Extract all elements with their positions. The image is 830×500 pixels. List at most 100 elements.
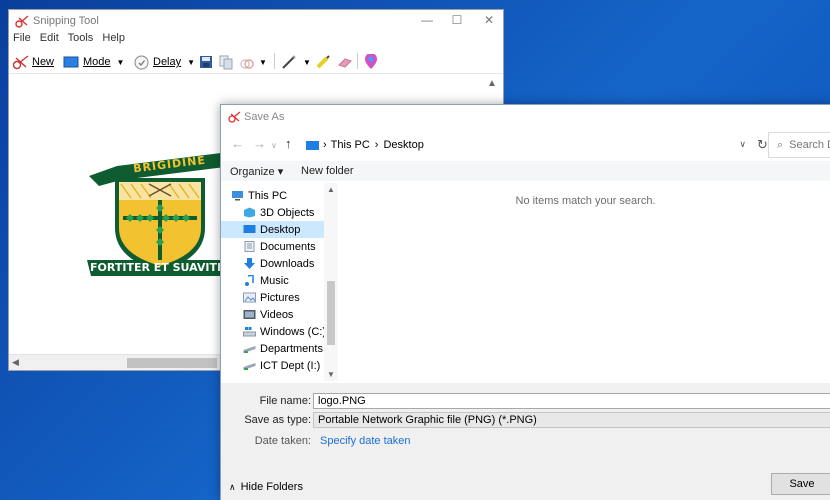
downloads-icon xyxy=(243,258,256,269)
navigation-scroll-thumb[interactable] xyxy=(327,281,335,345)
maximize-button[interactable]: ☐ xyxy=(449,13,465,29)
logo-bottom-banner-text: FORTITER ET SUAVITER xyxy=(90,261,233,274)
menu-edit[interactable]: Edit xyxy=(40,32,59,44)
chevron-down-icon: ▼ xyxy=(187,57,196,67)
scroll-left-icon[interactable]: ◀ xyxy=(12,357,19,368)
nav-item-documents[interactable]: Documents xyxy=(221,238,324,255)
breadcrumb-separator-icon: › xyxy=(323,139,327,151)
nav-item-music[interactable]: Music xyxy=(221,272,324,289)
save-as-dialog: Save As ← → ∨ ↑ › This PC › Desktop ∨ ↻ … xyxy=(220,104,830,500)
pen-icon[interactable] xyxy=(281,53,297,71)
nav-item-label: Departments (G: xyxy=(260,342,324,355)
new-snip-button[interactable]: New xyxy=(12,53,54,71)
search-input[interactable]: ⌕ Search Desktop xyxy=(768,132,830,158)
date-taken-link[interactable]: Specify date taken xyxy=(320,435,411,447)
send-chevron-icon[interactable]: ▼ xyxy=(259,53,267,71)
save-options-panel: File name: logo.PNG Save as type: Portab… xyxy=(221,383,830,500)
nav-item-this-pc[interactable]: This PC xyxy=(221,187,324,204)
nav-item-3d-objects[interactable]: 3D Objects xyxy=(221,204,324,221)
nav-item-windows-c[interactable]: Windows (C:) xyxy=(221,323,324,340)
eraser-icon[interactable] xyxy=(337,53,353,71)
nav-item-pictures[interactable]: Pictures xyxy=(221,289,324,306)
nav-item-label: Documents xyxy=(260,240,316,253)
close-button[interactable]: ✕ xyxy=(481,13,497,29)
mode-label: Mode xyxy=(83,56,111,68)
clock-icon xyxy=(134,55,149,70)
organize-button[interactable]: Organize ▾ xyxy=(230,165,283,178)
nav-item-downloads[interactable]: Downloads xyxy=(221,255,324,272)
scroll-up-icon[interactable]: ▲ xyxy=(487,78,499,90)
menu-tools[interactable]: Tools xyxy=(68,32,94,44)
music-icon xyxy=(243,275,256,286)
save-button[interactable]: Save xyxy=(771,473,830,495)
breadcrumb-this-pc[interactable]: This PC xyxy=(331,139,370,151)
videos-icon xyxy=(243,309,256,320)
address-dropdown-icon[interactable]: ∨ xyxy=(739,139,746,150)
paint3d-icon[interactable] xyxy=(364,53,378,71)
dialog-title: Save As xyxy=(244,111,285,123)
menu-help[interactable]: Help xyxy=(102,32,125,44)
file-name-label: File name: xyxy=(259,395,311,407)
horizontal-scroll-thumb[interactable] xyxy=(127,358,217,368)
address-navigation-bar: ← → ∨ ↑ › This PC › Desktop ∨ ↻ ⌕ Search… xyxy=(221,131,830,159)
scissors-icon xyxy=(228,111,241,123)
search-icon: ⌕ xyxy=(777,138,784,151)
scissors-icon xyxy=(15,15,29,28)
pictures-icon xyxy=(243,292,256,303)
nav-item-departments-g[interactable]: Departments (G: xyxy=(221,340,324,357)
new-label: New xyxy=(32,56,55,68)
mode-button[interactable]: Mode ▼ xyxy=(63,53,124,71)
delay-button[interactable]: Delay ▼ xyxy=(134,53,195,71)
3d-objects-icon xyxy=(243,207,256,218)
send-snip-icon[interactable] xyxy=(239,53,255,71)
command-bar: Organize ▾ New folder xyxy=(221,161,830,181)
breadcrumb-desktop[interactable]: Desktop xyxy=(383,139,423,151)
navigation-scrollbar[interactable]: ▲ ▼ xyxy=(324,183,338,381)
save-as-type-label: Save as type: xyxy=(244,414,311,426)
file-list-area[interactable]: No items match your search. xyxy=(338,183,830,381)
nav-item-label: Downloads xyxy=(260,257,315,270)
new-folder-button[interactable]: New folder xyxy=(301,165,354,177)
file-name-field[interactable]: logo.PNG xyxy=(313,393,830,409)
save-icon[interactable] xyxy=(199,53,213,71)
copy-icon[interactable] xyxy=(219,53,233,71)
nav-item-label: Music xyxy=(260,274,289,287)
desktop-icon xyxy=(243,224,256,235)
delay-label: Delay xyxy=(153,56,182,68)
nav-item-label: 3D Objects xyxy=(260,206,315,219)
menu-file[interactable]: File xyxy=(13,32,31,44)
nav-item-desktop[interactable]: Desktop xyxy=(221,221,324,238)
pen-chevron-icon[interactable]: ▼ xyxy=(303,53,311,71)
scroll-down-icon[interactable]: ▼ xyxy=(327,370,335,379)
back-arrow-icon[interactable]: ← xyxy=(231,136,244,151)
scissors-icon xyxy=(12,54,30,70)
menu-bar: File Edit Tools Help xyxy=(9,32,503,50)
highlighter-icon[interactable] xyxy=(315,53,331,71)
toolbar-divider xyxy=(274,53,275,69)
rectangle-mode-icon xyxy=(63,56,79,68)
nav-item-label: Windows (C:) xyxy=(260,325,324,338)
nav-item-ict-dept-i[interactable]: ICT Dept (I:) xyxy=(221,357,324,374)
network-drive-icon xyxy=(243,343,256,354)
nav-item-label: Videos xyxy=(260,308,294,321)
save-as-titlebar[interactable]: Save As xyxy=(221,105,830,129)
empty-results-message: No items match your search. xyxy=(515,195,656,207)
network-drive-icon xyxy=(243,360,256,371)
minimize-button[interactable]: — xyxy=(419,13,435,29)
refresh-icon[interactable]: ↻ xyxy=(757,137,768,153)
nav-item-label: This PC xyxy=(248,189,288,202)
computer-icon xyxy=(231,190,244,201)
nav-item-videos[interactable]: Videos xyxy=(221,306,324,323)
breadcrumb-separator-icon: › xyxy=(374,139,379,151)
hide-folders-button[interactable]: ∧ Hide Folders xyxy=(229,481,303,493)
forward-arrow-icon[interactable]: → xyxy=(253,136,266,151)
address-bar[interactable]: › This PC › Desktop ∨ xyxy=(305,133,753,157)
file-name-value: logo.PNG xyxy=(318,395,366,407)
scroll-up-icon[interactable]: ▲ xyxy=(327,185,335,194)
up-arrow-icon[interactable]: ↑ xyxy=(285,136,292,151)
date-taken-label: Date taken: xyxy=(254,435,311,447)
nav-item-label: Desktop xyxy=(260,223,301,236)
snipping-tool-titlebar[interactable]: Snipping Tool — ☐ ✕ xyxy=(9,10,503,32)
recent-locations-chevron-icon[interactable]: ∨ xyxy=(271,141,277,150)
save-as-type-select[interactable]: Portable Network Graphic file (PNG) (*.P… xyxy=(313,412,830,428)
